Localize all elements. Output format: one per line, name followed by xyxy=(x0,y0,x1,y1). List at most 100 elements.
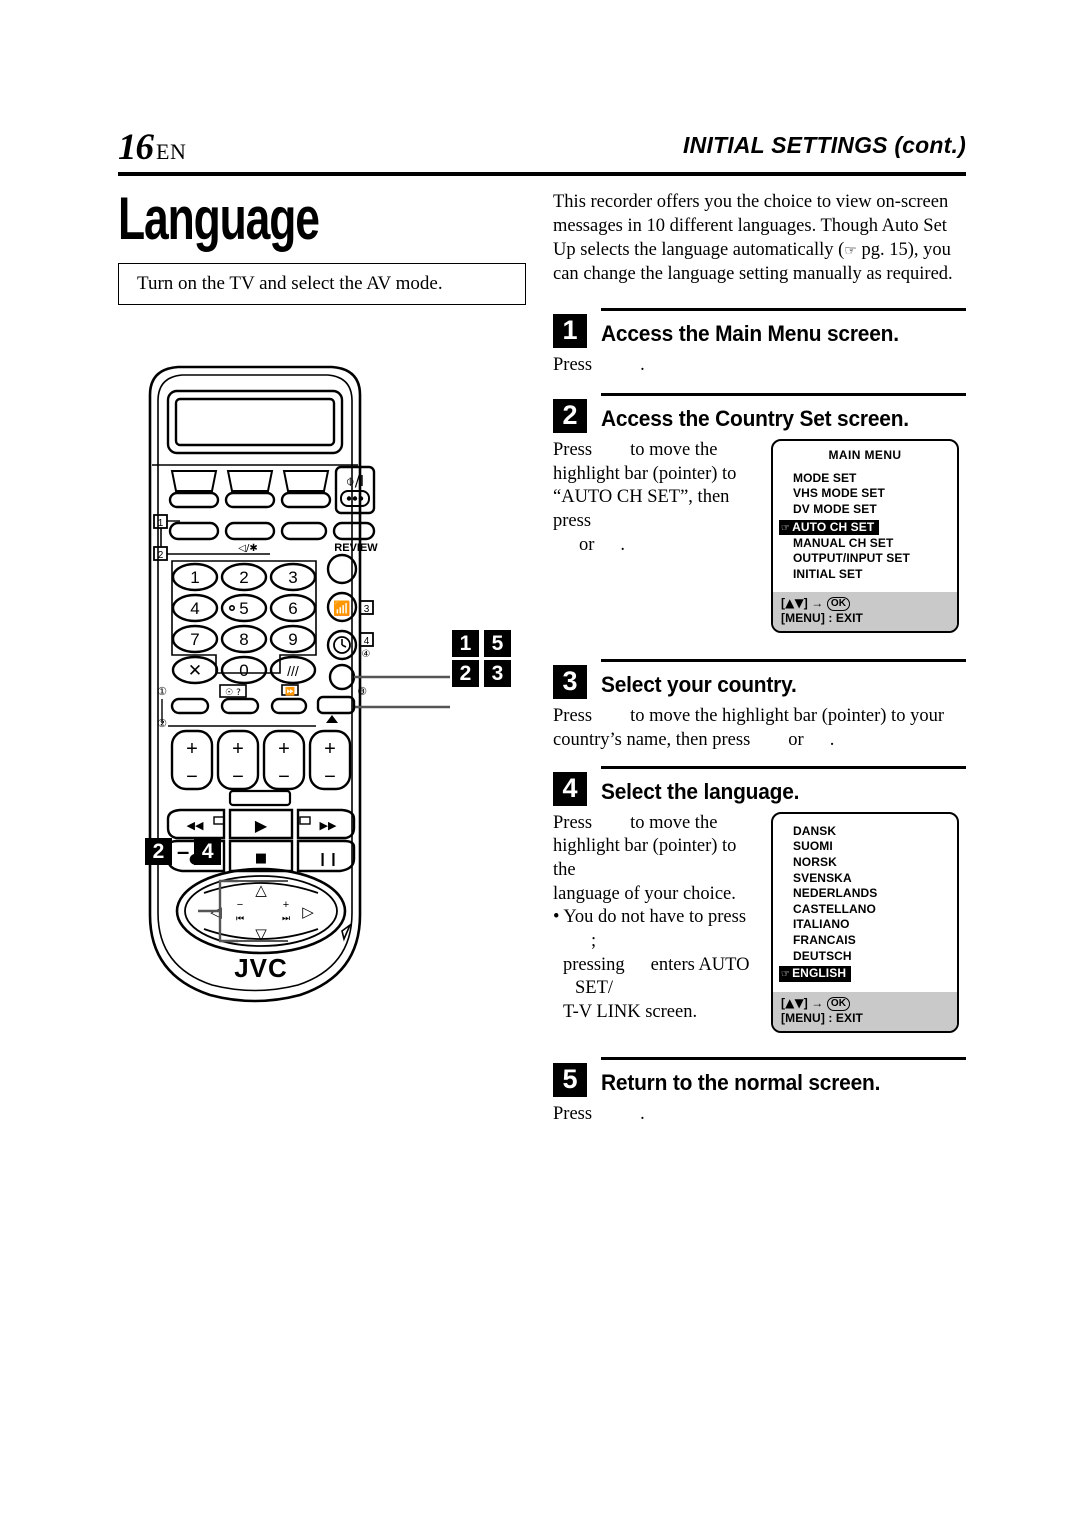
osd-language-exit-hint: [MENU] : EXIT xyxy=(781,1011,863,1026)
power-icon: ⌽/I xyxy=(346,472,364,490)
osd-item-auto-ch-set[interactable]: ☞ AUTO CH SET xyxy=(779,519,880,536)
keypad[interactable]: 1 2 3 4 5 6 7 8 9 ✕ 0 /// xyxy=(171,562,317,685)
cursor-up-icon: △ xyxy=(255,881,267,899)
remote-triangle-marker xyxy=(326,715,338,723)
remote-marker-2: 2 xyxy=(153,546,168,561)
step-2-line2: highlight bar (pointer) to xyxy=(553,463,737,484)
remote-marker-3: 3 xyxy=(359,600,374,615)
review-label: REVIEW xyxy=(334,542,378,554)
step-3-title: Select your country. xyxy=(601,671,797,697)
cursor-right-icon: ▷ xyxy=(302,903,314,921)
audio-mute-icon: ◁/✱ xyxy=(238,543,257,554)
brand-logo: JVC xyxy=(234,953,288,983)
remote-display-window xyxy=(166,389,344,455)
osd-language-norsk[interactable]: NORSK xyxy=(793,855,957,871)
callout-2: 2 xyxy=(452,660,479,687)
ok-badge-icon: OK xyxy=(826,597,851,612)
running-head-title: INITIAL SETTINGS xyxy=(683,132,888,158)
svg-text:+: + xyxy=(278,738,290,760)
remote-circled-3: ③ xyxy=(357,685,367,698)
osd-nav-mid: ] → xyxy=(803,596,827,611)
step-4-line2: highlight bar (pointer) to the xyxy=(553,836,737,881)
pause-icon: ❙❙ xyxy=(317,852,339,867)
svg-text:−: − xyxy=(186,766,198,788)
key-2: 2 xyxy=(239,568,248,587)
svg-text:−: − xyxy=(324,766,336,788)
svg-text:+: + xyxy=(283,899,289,911)
svg-text:4: 4 xyxy=(364,636,370,647)
pointer-hand-icon: ☞ xyxy=(781,522,791,534)
step-3-line2-pre: country’s name, then press xyxy=(553,729,751,750)
osd-language-nederlands[interactable]: NEDERLANDS xyxy=(793,886,957,902)
osd-main-menu-title: MAIN MENU xyxy=(828,447,902,462)
folio: 16 EN xyxy=(118,126,186,169)
prerequisite-note-text: Turn on the TV and select the AV mode. xyxy=(137,273,443,294)
osd-main-menu-footer: [▲▼] → OK [MENU] : EXIT xyxy=(773,592,957,632)
step-2-line4-end: . xyxy=(620,534,626,555)
page-title: Language xyxy=(118,185,320,252)
step-4-title: Select the language. xyxy=(601,778,800,804)
step-4-line3: language of your choice. xyxy=(553,883,736,904)
osd-item-initial-set[interactable]: INITIAL SET xyxy=(793,567,957,583)
remote-marker-4: 4 xyxy=(359,632,374,647)
osd-language-francais[interactable]: FRANCAIS xyxy=(793,933,957,949)
step-3-rule xyxy=(601,659,966,662)
step-4-number: 4 xyxy=(553,771,587,806)
osd-language-nav-hint: [▲▼] → OK xyxy=(781,996,957,1012)
step-4-rule xyxy=(601,766,966,769)
step-5-number: 5 xyxy=(553,1062,587,1097)
svg-text:📶: 📶 xyxy=(333,600,350,617)
step-5-body: Press. xyxy=(553,1103,966,1127)
callout-5: 5 xyxy=(484,630,511,657)
osd-language-list: DANSK SUOMI NORSK SVENSKA NEDERLANDS CAS… xyxy=(771,811,959,1034)
osd-language-svenska[interactable]: SVENSKA xyxy=(793,871,957,887)
power-button[interactable]: ⌽/I xyxy=(334,465,376,515)
rewind-icon: ◀◀ xyxy=(187,819,204,832)
osd-item-dv-mode-set[interactable]: DV MODE SET xyxy=(793,502,957,518)
svg-text:−: − xyxy=(237,899,243,911)
remote-body-outline xyxy=(148,365,362,1003)
remote-center-bar[interactable] xyxy=(228,789,292,807)
menu-button[interactable] xyxy=(328,663,356,691)
callout-1: 1 xyxy=(452,630,479,657)
right-column: This recorder offers you the choice to v… xyxy=(553,190,966,1132)
osd-item-vhs-mode-set[interactable]: VHS MODE SET xyxy=(793,486,957,502)
osd-item-mode-set[interactable]: MODE SET xyxy=(793,471,957,487)
page-header: 16 EN INITIAL SETTINGS (cont.) xyxy=(118,126,966,172)
osd-language-dansk[interactable]: DANSK xyxy=(793,824,957,840)
osd-item-auto-ch-set-label: AUTO CH SET xyxy=(792,519,875,534)
step-4-bullet3: T-V LINK screen. xyxy=(563,1002,698,1023)
osd-item-output-input-set[interactable]: OUTPUT/INPUT SET xyxy=(793,551,957,567)
page-number: 16 xyxy=(118,127,154,168)
key-1: 1 xyxy=(190,568,199,587)
step-5-press: Press xyxy=(553,1103,593,1124)
step-2-line1-post: to move the xyxy=(630,439,718,460)
next-icon: ⏭ xyxy=(282,914,290,924)
step-3-press: Press xyxy=(553,705,593,726)
remote-rocker-pads[interactable]: + − + − + − + − xyxy=(170,729,352,791)
osd-language-english[interactable]: ☞ ENGLISH xyxy=(779,966,852,982)
fast-forward-icon: ▶▶ xyxy=(320,819,337,832)
step-1-rule xyxy=(601,308,966,311)
remote-small-button-row xyxy=(170,695,356,715)
osd-item-auto-ch-set-wrap: ☞ AUTO CH SET xyxy=(779,518,957,536)
step-2-or: or xyxy=(579,534,595,555)
osd-language-suomi[interactable]: SUOMI xyxy=(793,839,957,855)
osd-language-deutsch[interactable]: DEUTSCH xyxy=(793,949,957,965)
osd-language-italiano[interactable]: ITALIANO xyxy=(793,917,957,933)
osd-main-menu-list: MODE SET VHS MODE SET DV MODE SET ☞ AUTO … xyxy=(773,471,957,589)
step-3-line2-end: . xyxy=(829,729,835,750)
step-2-number: 2 xyxy=(553,398,587,433)
svg-text:−: − xyxy=(232,766,244,788)
remote-small-row-icons: ☉ ? ⏩ xyxy=(219,684,299,698)
step-1-body: Press. xyxy=(553,354,966,378)
remote-marker-1: 1 xyxy=(153,514,168,529)
step-4-bullet1-post: ; xyxy=(591,931,597,952)
key-3: 3 xyxy=(288,568,297,587)
osd-item-manual-ch-set[interactable]: MANUAL CH SET xyxy=(793,536,957,552)
osd-language-castellano[interactable]: CASTELLANO xyxy=(793,902,957,918)
svg-text:+: + xyxy=(186,738,198,760)
key-slash: /// xyxy=(287,663,299,679)
step-2-rule xyxy=(601,393,966,396)
svg-text:2: 2 xyxy=(158,550,164,561)
